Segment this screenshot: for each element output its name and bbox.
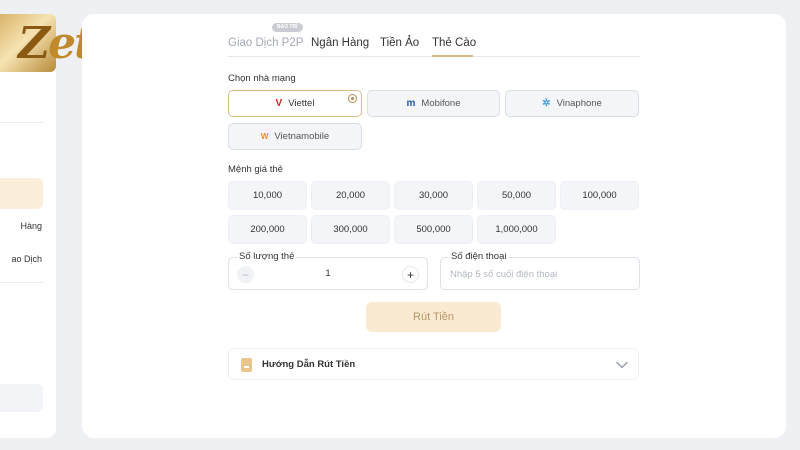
amount-option[interactable]: 20,000 [311, 181, 390, 210]
amount-option[interactable]: 300,000 [311, 215, 390, 244]
mobifone-logo-icon: m [406, 97, 416, 109]
amount-option[interactable]: 100,000 [560, 181, 639, 210]
network-viettel-label: Viettel [288, 98, 315, 109]
network-mobifone-label: Mobifone [421, 98, 461, 109]
phone-label: Số điện thoại [449, 251, 509, 262]
quantity-stepper: Số lượng thẻ − 1 + [228, 251, 428, 290]
sidebar-divider [0, 282, 44, 283]
withdraw-button[interactable]: Rút Tiền [366, 302, 501, 332]
network-label: Chọn nhà mạng [228, 73, 296, 84]
document-icon [241, 358, 252, 372]
sidebar-item-active[interactable] [0, 178, 43, 209]
sidebar-item-bottom[interactable] [0, 384, 43, 412]
plus-icon[interactable]: + [402, 266, 419, 283]
tab-scratch-card[interactable]: Thẻ Cào [432, 36, 476, 50]
guide-label: Hướng Dẫn Rút Tiền [262, 359, 356, 370]
quantity-label: Số lượng thẻ [237, 251, 297, 262]
network-vinaphone-label: Vinaphone [556, 98, 602, 109]
logo-letter-z: Z [18, 18, 50, 69]
sidebar: Hàng ao Dịch [0, 14, 56, 438]
sidebar-item-transactions-label[interactable]: ao Dịch [11, 254, 42, 264]
selected-radio-icon [348, 94, 357, 103]
vinaphone-logo-icon: ✲ [542, 97, 551, 109]
withdraw-guide-accordion[interactable]: Hướng Dẫn Rút Tiền [228, 348, 639, 380]
network-vietnamobile-button[interactable]: W Vietnamobile [228, 123, 362, 150]
sidebar-divider [0, 122, 44, 123]
network-viettel-button[interactable]: V Viettel [228, 90, 362, 117]
viettel-logo-icon: V [275, 97, 283, 109]
amount-option[interactable]: 50,000 [477, 181, 556, 210]
sidebar-item-bank-label[interactable]: Hàng [20, 221, 42, 231]
tab-bank[interactable]: Ngân Hàng [311, 36, 369, 50]
amount-option[interactable]: 10,000 [228, 181, 307, 210]
amount-option[interactable]: 500,000 [394, 215, 473, 244]
amount-option[interactable]: 1,000,000 [477, 215, 556, 244]
amount-option[interactable]: 200,000 [228, 215, 307, 244]
active-tab-indicator [432, 55, 473, 57]
tab-p2p-label: Giao Dịch P2P [228, 37, 304, 49]
quantity-value[interactable]: 1 [229, 268, 427, 279]
network-mobifone-button[interactable]: m Mobifone [367, 90, 500, 117]
tab-crypto[interactable]: Tiền Ảo [380, 36, 419, 50]
tab-p2p[interactable]: Giao Dịch P2P BẢO TRÌ [228, 23, 304, 50]
chevron-down-icon[interactable] [615, 358, 629, 372]
amount-option[interactable]: 30,000 [394, 181, 473, 210]
network-vietnamobile-label: Vietnamobile [274, 131, 330, 142]
amount-label: Mệnh giá thẻ [228, 164, 283, 175]
maintenance-badge: BẢO TRÌ [272, 23, 303, 32]
phone-field: Số điện thoại [440, 251, 640, 290]
network-vinaphone-button[interactable]: ✲ Vinaphone [505, 90, 639, 117]
vietnamobile-logo-icon: W [260, 131, 269, 141]
phone-input[interactable] [450, 267, 620, 281]
withdraw-tabs: Giao Dịch P2P BẢO TRÌ Ngân Hàng Tiền Ảo … [228, 23, 640, 57]
